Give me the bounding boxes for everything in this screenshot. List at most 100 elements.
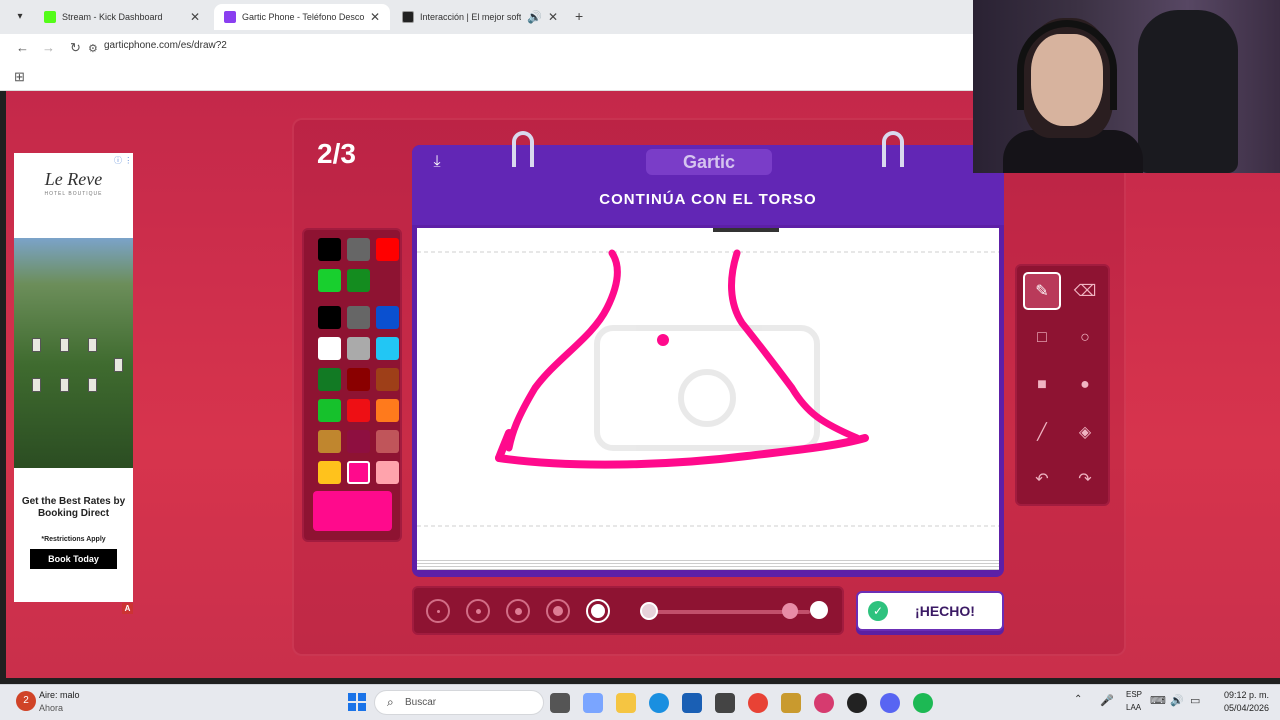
tab-title: Interacción | El mejor softw <box>420 12 521 22</box>
back-icon[interactable]: ← <box>16 40 29 55</box>
new-tab-button[interactable]: + <box>575 8 583 24</box>
palette-color-swatch[interactable] <box>318 238 341 261</box>
edge-icon[interactable] <box>649 693 669 713</box>
volume-icon[interactable]: 🔊 <box>1170 694 1184 707</box>
circle-filled-tool-icon[interactable]: ● <box>1066 366 1104 404</box>
drawing-canvas[interactable] <box>417 228 999 558</box>
palette-color-swatch[interactable] <box>347 337 370 360</box>
tab-interaccion[interactable]: Interacción | El mejor softw 🔊 ✕ <box>392 4 568 30</box>
palette-color-swatch[interactable] <box>347 461 370 484</box>
copilot-icon[interactable] <box>583 693 603 713</box>
network-icon[interactable]: ⌨ <box>1150 694 1166 707</box>
discord-icon[interactable] <box>880 693 900 713</box>
app-icon[interactable] <box>715 693 735 713</box>
tab-search-chevron-icon[interactable]: ▾ <box>12 9 28 25</box>
tab-gartic-phone[interactable]: Gartic Phone - Teléfono Descon ✕ <box>214 4 390 30</box>
round-counter: 2/3 <box>317 138 356 169</box>
palette-color-swatch[interactable] <box>318 399 341 422</box>
brush-settings-bar <box>412 586 844 635</box>
circle-outline-tool-icon[interactable]: ○ <box>1066 319 1104 357</box>
chrome-profile-icon[interactable] <box>814 693 834 713</box>
brush-size-3[interactable] <box>506 599 530 623</box>
reload-icon[interactable]: ↻ <box>70 40 81 56</box>
eraser-tool-icon[interactable]: ⌫ <box>1066 272 1104 310</box>
palette-color-swatch[interactable] <box>347 399 370 422</box>
rectangle-outline-tool-icon[interactable]: □ <box>1023 319 1061 357</box>
palette-color-swatch[interactable] <box>376 461 399 484</box>
tab-close-icon[interactable]: ✕ <box>370 10 380 24</box>
taskbar-search[interactable]: ⌕ Buscar <box>374 690 544 715</box>
windows-taskbar: 2 Aire: malo Ahora ⌕ Buscar ⌃ 🎤 ESP LAA … <box>0 684 1280 720</box>
palette-color-swatch[interactable] <box>376 430 399 453</box>
palette-color-swatch[interactable] <box>318 337 341 360</box>
ad-choices-icon[interactable]: A <box>122 603 133 614</box>
weather-icon[interactable]: 2 <box>16 691 36 711</box>
palette-color-swatch[interactable] <box>376 337 399 360</box>
opacity-slider-handle[interactable] <box>782 603 798 619</box>
tab-kick-dashboard[interactable]: Stream - Kick Dashboard ✕ <box>34 4 210 30</box>
palette-color-swatch[interactable] <box>318 368 341 391</box>
weather-title[interactable]: Aire: malo <box>39 690 80 700</box>
palette-color-swatch[interactable] <box>376 306 399 329</box>
tab-close-icon[interactable]: ✕ <box>190 10 200 24</box>
palette-color-swatch[interactable] <box>318 269 341 292</box>
ad-restrictions: *Restrictions Apply <box>41 536 106 543</box>
undo-icon[interactable]: ↶ <box>1023 460 1061 498</box>
palette-color-swatch[interactable] <box>347 306 370 329</box>
done-button[interactable]: ✓ ¡HECHO! <box>856 591 1004 631</box>
tab-close-icon[interactable]: ✕ <box>548 10 558 24</box>
palette-color-swatch[interactable] <box>376 399 399 422</box>
spotify-icon[interactable] <box>913 693 933 713</box>
store-icon[interactable] <box>682 693 702 713</box>
tray-overflow-icon[interactable]: ⌃ <box>1074 694 1082 705</box>
kick-favicon-icon <box>44 11 56 23</box>
palette-color-swatch[interactable] <box>347 368 370 391</box>
brush-size-2[interactable] <box>466 599 490 623</box>
interaccion-favicon-icon <box>402 11 414 23</box>
line-tool-icon[interactable]: ╱ <box>1023 413 1061 451</box>
pencil-tool-icon[interactable]: ✎ <box>1023 272 1061 310</box>
palette-color-swatch[interactable] <box>318 461 341 484</box>
palette-color-swatch[interactable] <box>347 238 370 261</box>
clock-time[interactable]: 09:12 p. m. <box>1219 690 1269 700</box>
obs-app-icon[interactable] <box>781 693 801 713</box>
task-view-icon[interactable] <box>550 693 570 713</box>
file-explorer-icon[interactable] <box>616 693 636 713</box>
chrome-icon[interactable] <box>748 693 768 713</box>
brush-size-5[interactable] <box>586 599 610 623</box>
gartic-page: ⓘ ⋮ Le Reve HOTEL BOUTIQUE Get the Best … <box>6 91 1280 678</box>
redo-icon[interactable]: ↷ <box>1066 460 1104 498</box>
download-icon[interactable]: ⤓ <box>426 153 448 175</box>
pink-dot <box>657 334 669 346</box>
palette-color-swatch[interactable] <box>318 306 341 329</box>
canvas-drawing <box>417 228 999 527</box>
advertisement[interactable]: ⓘ ⋮ Le Reve HOTEL BOUTIQUE Get the Best … <box>14 153 133 602</box>
apps-grid-icon[interactable]: ⊞ <box>14 69 25 85</box>
microphone-icon[interactable]: 🎤 <box>1100 694 1114 707</box>
opacity-slider-min[interactable] <box>640 602 658 620</box>
rectangle-filled-tool-icon[interactable]: ■ <box>1023 366 1061 404</box>
palette-color-swatch[interactable] <box>376 368 399 391</box>
ad-info-icon[interactable]: ⓘ ⋮ <box>114 155 132 166</box>
palette-color-swatch[interactable] <box>318 430 341 453</box>
pink-stroke-corner <box>495 429 513 462</box>
address-bar[interactable]: garticphone.com/es/draw?2 <box>104 40 227 51</box>
instruction-text: CONTINÚA CON EL TORSO <box>599 191 817 208</box>
gartic-watermark <box>594 325 820 451</box>
language-top[interactable]: ESP <box>1126 690 1142 699</box>
palette-color-swatch[interactable] <box>376 238 399 261</box>
selected-color-preview <box>313 491 392 531</box>
forward-icon[interactable]: → <box>42 40 55 55</box>
browser-window: ▾ Stream - Kick Dashboard ✕ Gartic Phone… <box>0 0 973 91</box>
windows-start-icon[interactable] <box>348 693 366 711</box>
battery-icon[interactable]: ▭ <box>1190 694 1200 707</box>
ad-book-button[interactable]: Book Today <box>30 549 117 569</box>
fill-bucket-tool-icon[interactable]: ◈ <box>1066 413 1104 451</box>
recording-app-icon[interactable] <box>847 693 867 713</box>
opacity-max-icon <box>810 601 828 619</box>
brush-size-4[interactable] <box>546 599 570 623</box>
palette-color-swatch[interactable] <box>347 269 370 292</box>
palette-color-swatch[interactable] <box>347 430 370 453</box>
brush-size-1[interactable] <box>426 599 450 623</box>
site-info-icon[interactable]: ⚙ <box>88 42 98 55</box>
